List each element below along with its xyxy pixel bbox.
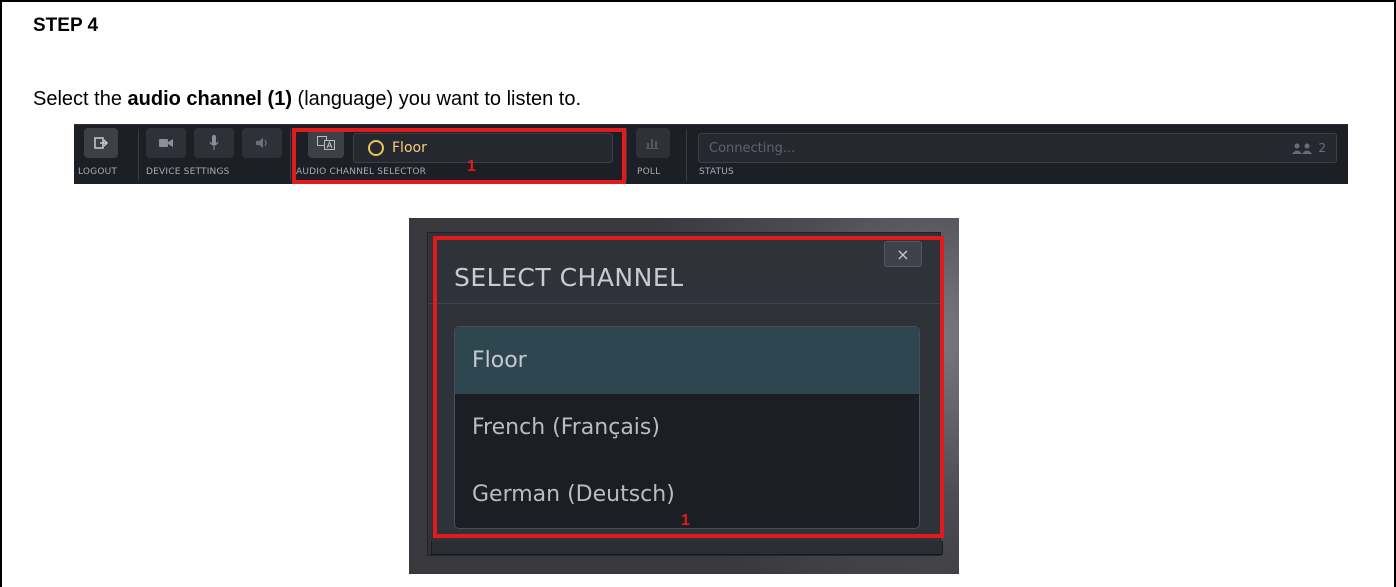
camera-icon xyxy=(159,139,173,147)
logout-button[interactable] xyxy=(84,128,118,158)
microphone-icon xyxy=(209,135,219,150)
poll-button[interactable] xyxy=(636,128,670,158)
instruction-bold: audio channel (1) xyxy=(127,88,292,110)
participant-count-value: 2 xyxy=(1318,141,1326,155)
logout-label: LOGOUT xyxy=(78,167,118,177)
audio-channel-highlight xyxy=(292,128,626,184)
instruction-post: (language) you want to listen to. xyxy=(291,88,582,110)
speaker-icon xyxy=(256,138,267,148)
status-display: Connecting... 2 xyxy=(698,133,1337,163)
microphone-button[interactable] xyxy=(194,128,234,158)
step-title: STEP 4 xyxy=(33,15,99,36)
toolbar-divider xyxy=(626,129,627,181)
logout-icon xyxy=(94,137,108,149)
instruction-text: Select the audio channel (1) (language) … xyxy=(33,88,581,111)
dialog-footer-bar xyxy=(431,541,943,555)
status-label: STATUS xyxy=(699,167,734,177)
callout-marker: 1 xyxy=(467,158,476,175)
instruction-pre: Select the xyxy=(33,88,128,110)
speaker-button[interactable] xyxy=(242,128,282,158)
camera-button[interactable] xyxy=(146,128,186,158)
status-text: Connecting... xyxy=(709,140,796,156)
poll-label: POLL xyxy=(637,167,661,177)
users-icon xyxy=(1292,143,1313,154)
toolbar-divider xyxy=(290,129,291,181)
toolbar-divider xyxy=(138,129,139,181)
participant-count: 2 xyxy=(1292,141,1326,155)
device-settings-label: DEVICE SETTINGS xyxy=(146,167,230,177)
poll-icon xyxy=(646,139,659,149)
channel-dialog-highlight xyxy=(433,236,944,538)
toolbar-divider xyxy=(686,129,687,181)
callout-marker: 1 xyxy=(681,512,690,529)
